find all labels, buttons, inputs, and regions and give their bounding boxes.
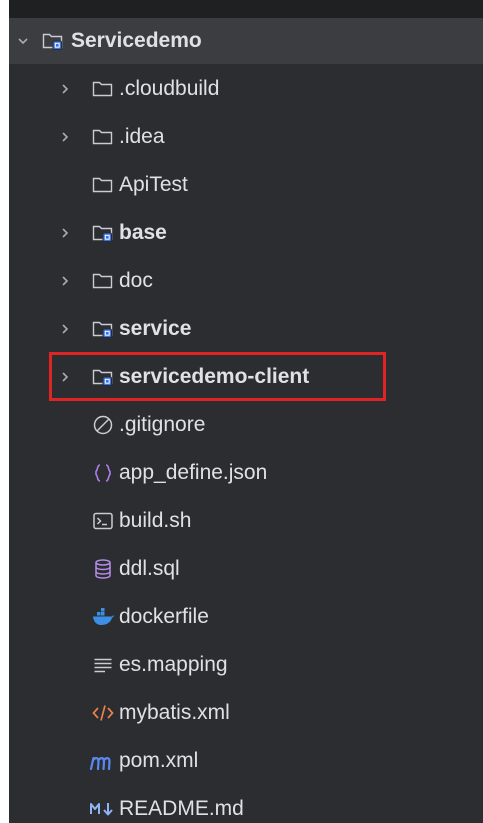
tree-root-row[interactable]: Servicedemo	[9, 18, 483, 64]
tree-item-app-define-json[interactable]: app_define.json	[9, 450, 483, 496]
highlight-box	[49, 352, 386, 401]
chevron-right-icon[interactable]	[55, 127, 75, 147]
module-folder-icon	[91, 221, 115, 245]
tree-item-label: README.md	[119, 797, 244, 820]
tree-item-build-sh[interactable]: build.sh	[9, 498, 483, 544]
json-file-icon	[91, 461, 115, 485]
tree-item-doc[interactable]: doc	[9, 258, 483, 304]
panel-top-edge	[9, 0, 483, 18]
chevron-down-icon[interactable]	[13, 31, 33, 51]
tree-item-label: ApiTest	[119, 173, 188, 196]
tree-item-base[interactable]: base	[9, 210, 483, 256]
chevron-right-icon[interactable]	[55, 271, 75, 291]
module-folder-icon	[41, 29, 65, 53]
tree-root-label: Servicedemo	[71, 29, 202, 52]
tree-item-label: doc	[119, 269, 153, 292]
tree-item-es-mapping[interactable]: es.mapping	[9, 642, 483, 688]
tree-item-label: .cloudbuild	[119, 77, 220, 100]
text-file-icon	[91, 653, 115, 677]
tree-item-mybatis-xml[interactable]: mybatis.xml	[9, 690, 483, 736]
chevron-right-icon[interactable]	[55, 79, 75, 99]
tree-item-readme-md[interactable]: README.md	[9, 786, 483, 823]
chevron-right-icon[interactable]	[55, 319, 75, 339]
tree-item-label: base	[119, 221, 167, 244]
tree-item-gitignore[interactable]: .gitignore	[9, 402, 483, 448]
folder-icon	[91, 173, 115, 197]
tree-item-idea[interactable]: .idea	[9, 114, 483, 160]
module-folder-icon	[91, 317, 115, 341]
folder-icon	[91, 125, 115, 149]
markdown-icon	[89, 797, 117, 821]
tree-item-label: .idea	[119, 125, 165, 148]
tree-item-label: app_define.json	[119, 461, 268, 484]
tree-item-cloudbuild[interactable]: .cloudbuild	[9, 66, 483, 112]
tree-item-service[interactable]: service	[9, 306, 483, 352]
tree-item-label: pom.xml	[119, 749, 199, 772]
project-tree-panel: Servicedemo .cloudbuild .idea ApiTest ba…	[9, 0, 483, 823]
shell-script-icon	[91, 509, 115, 533]
ignore-file-icon	[91, 413, 115, 437]
docker-icon	[91, 605, 115, 629]
tree-item-label: dockerfile	[119, 605, 209, 628]
folder-icon	[91, 269, 115, 293]
tree-item-label: build.sh	[119, 509, 192, 532]
maven-pom-icon	[89, 749, 113, 773]
chevron-right-icon[interactable]	[55, 223, 75, 243]
database-sql-icon	[91, 557, 115, 581]
xml-file-icon	[91, 701, 115, 725]
tree-item-pom-xml[interactable]: pom.xml	[9, 738, 483, 784]
tree-item-label: service	[119, 317, 192, 340]
tree-item-label: mybatis.xml	[119, 701, 230, 724]
folder-icon	[91, 77, 115, 101]
tree-item-dockerfile[interactable]: dockerfile	[9, 594, 483, 640]
tree-item-ddl-sql[interactable]: ddl.sql	[9, 546, 483, 592]
tree-item-label: .gitignore	[119, 413, 206, 436]
tree-item-apitest[interactable]: ApiTest	[9, 162, 483, 208]
tree-item-label: ddl.sql	[119, 557, 180, 580]
tree-item-label: es.mapping	[119, 653, 228, 676]
